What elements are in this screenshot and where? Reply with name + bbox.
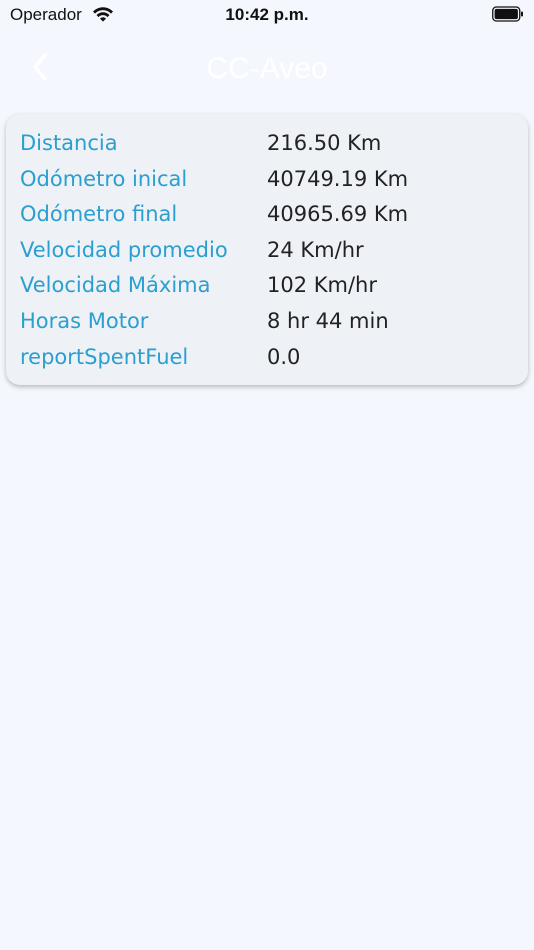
status-bar: Operador 10:42 p.m. <box>0 0 534 30</box>
page-title: CC-Aveo <box>206 52 328 85</box>
navigation-bar: CC-Aveo <box>0 40 534 100</box>
report-summary-card: Distancia 216.50 Km Odómetro inical 4074… <box>6 114 528 385</box>
row-label: reportSpentFuel <box>20 345 189 369</box>
row-label: Velocidad promedio <box>20 238 228 262</box>
report-row-distance: Distancia 216.50 Km <box>6 126 528 161</box>
row-value: 0.0 <box>267 345 301 369</box>
row-value: 216.50 Km <box>267 131 382 155</box>
row-label: Odómetro inical <box>20 167 188 191</box>
report-row-max-speed: Velocidad Máxima 102 Km/hr <box>6 268 528 303</box>
row-label: Horas Motor <box>20 309 149 333</box>
row-value: 40749.19 Km <box>267 167 409 191</box>
row-value: 24 Km/hr <box>267 238 364 262</box>
row-label: Odómetro final <box>20 202 178 226</box>
report-row-odometer-start: Odómetro inical 40749.19 Km <box>6 162 528 197</box>
row-value: 8 hr 44 min <box>267 309 389 333</box>
row-label: Distancia <box>20 131 118 155</box>
status-time: 10:42 p.m. <box>225 5 309 24</box>
report-row-engine-hours: Horas Motor 8 hr 44 min <box>6 304 528 339</box>
row-value: 102 Km/hr <box>267 273 378 297</box>
row-value: 40965.69 Km <box>267 202 409 226</box>
battery-icon <box>492 6 524 22</box>
report-row-spent-fuel: reportSpentFuel 0.0 <box>6 340 528 375</box>
report-row-odometer-end: Odómetro final 40965.69 Km <box>6 197 528 232</box>
row-label: Velocidad Máxima <box>20 273 211 297</box>
report-row-average-speed: Velocidad promedio 24 Km/hr <box>6 233 528 268</box>
